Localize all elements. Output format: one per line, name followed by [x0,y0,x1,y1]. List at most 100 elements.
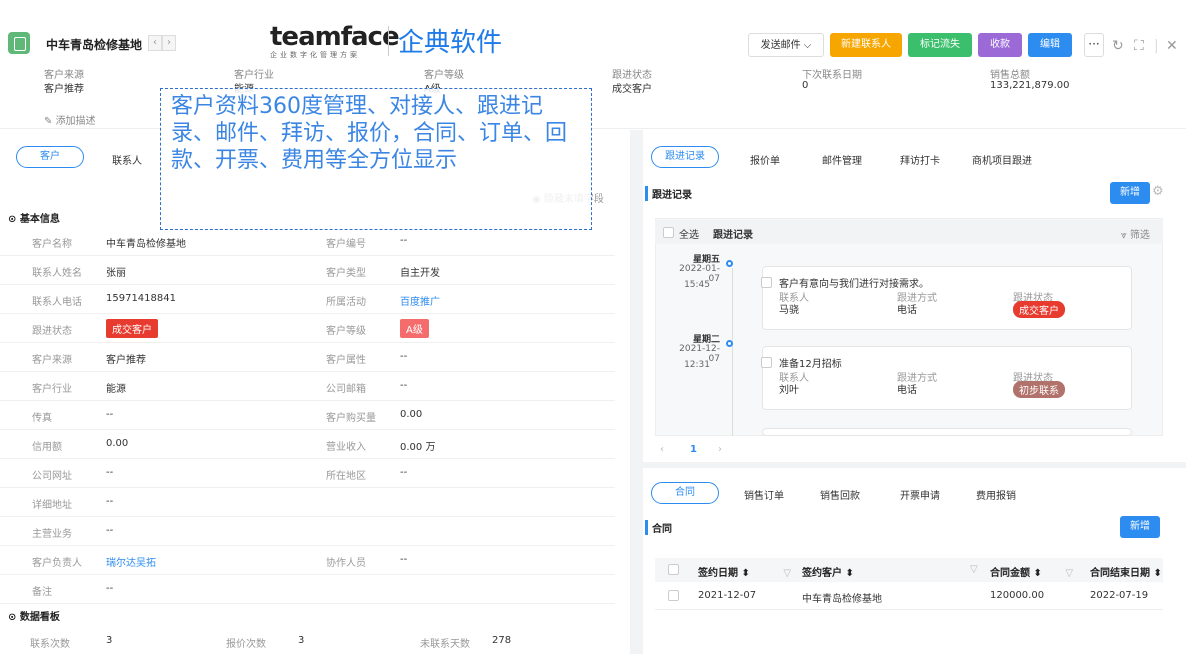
dashboard-value: 3 [106,635,112,646]
tab-expense[interactable]: 费用报销 [976,487,1016,502]
contract-header-amount[interactable]: 合同金额 ⬍ ▽ [990,564,1073,579]
tab-opportunity[interactable]: 商机项目跟进 [972,152,1032,167]
edit-button[interactable]: 编辑 [1028,33,1072,57]
record-time: 15:45 [660,280,710,290]
tab-contract[interactable]: 合同 [651,482,719,504]
field-label: 客户属性 [326,351,366,366]
field-value: -- [400,351,407,362]
followup-list-title: 跟进记录 [713,226,753,241]
field-value: -- [400,235,407,246]
summary-label: 销售总额 [990,66,1030,81]
table-row: 传真--客户购买量0.00 [0,402,615,430]
basic-info-heading[interactable]: ⊙ 基本信息 [8,210,60,225]
tab-quotes[interactable]: 报价单 [750,152,780,167]
row-checkbox[interactable] [668,590,679,601]
contract-select-all-checkbox[interactable] [668,564,679,575]
table-row: 联系人电话15971418841所属活动百度推广 [0,286,615,314]
field-label: 联系人电话 [32,293,82,308]
field-label: 客户购买量 [326,409,376,424]
tab-followup[interactable]: 跟进记录 [651,146,719,168]
field-value[interactable]: 瑞尔达吴拓 [106,554,156,569]
tab-invoice[interactable]: 开票申请 [900,487,940,502]
field-label: 传真 [32,409,52,424]
field-value: 0.00 万 [400,438,435,453]
filter-button[interactable]: ⩔ 筛选 [1121,226,1150,241]
field-value: 0.00 [400,409,422,420]
close-icon[interactable]: ✕ [1166,38,1178,54]
field-value: -- [400,554,407,565]
table-row: 公司网址--所在地区-- [0,460,615,488]
field-label: 营业收入 [326,438,366,453]
new-contract-button[interactable]: 新增 [1120,516,1160,538]
filter-icon[interactable]: ▽ [970,564,978,575]
followup-card[interactable]: 客户有意向与我们进行对接需求。联系人马骁跟进方式电话跟进状态成交客户 [762,266,1132,330]
field-label: 公司网址 [32,467,72,482]
send-mail-button[interactable]: 发送邮件 ⌵ [748,33,824,57]
dashboard-heading[interactable]: ⊙ 数据看板 [8,608,60,623]
record-text: 客户有意向与我们进行对接需求。 [779,275,929,290]
field-value: -- [106,496,113,507]
dashboard-row: 联系次数 3 报价次数 3 未联系天数 278 [0,628,615,656]
new-contact-button[interactable]: 新建联系人 [830,33,902,57]
field-value: 张丽 [106,264,126,279]
field-value[interactable]: 百度推广 [400,293,440,308]
fullscreen-icon[interactable]: ⛶ [1134,38,1144,54]
record-status-badge: 成交客户 [1013,301,1065,318]
field-label: 跟进状态 [32,322,72,337]
table-row: 客户来源客户推荐客户属性-- [0,344,615,372]
more-icon[interactable]: ··· [1084,33,1104,57]
select-all-label: 全选 [679,226,699,241]
refresh-icon[interactable]: ↻ [1112,38,1124,54]
prev-page-icon[interactable]: ‹ [660,444,664,455]
contract-header-end-date[interactable]: 合同结束日期 ⬍ [1090,564,1162,579]
dashboard-value: 3 [298,635,304,646]
field-label: 客户类型 [326,264,366,279]
page-number[interactable]: 1 [690,444,697,455]
summary-label: 客户来源 [44,66,84,81]
record-contact: 刘叶 [779,381,799,396]
field-label: 备注 [32,583,52,598]
record-checkbox[interactable] [761,357,772,368]
prev-icon[interactable]: ‹ [148,35,162,51]
contract-customer: 中车青岛检修基地 [802,590,882,605]
tab-mail[interactable]: 邮件管理 [822,152,862,167]
summary-value: 成交客户 [612,80,652,95]
field-value: 能源 [106,380,126,395]
tab-visits[interactable]: 拜访打卡 [900,152,940,167]
field-value: 自主开发 [400,264,440,279]
record-method: 电话 [897,301,917,316]
field-label: 信用额 [32,438,62,453]
summary-label: 客户等级 [424,66,464,81]
tab-sales-order[interactable]: 销售订单 [744,487,784,502]
select-all-checkbox[interactable] [663,227,674,238]
tab-sales-payment[interactable]: 销售回款 [820,487,860,502]
field-label: 公司邮箱 [326,380,366,395]
brand-logo: teamface [270,22,399,52]
tab-customer[interactable]: 客户 [16,146,84,168]
tab-contacts[interactable]: 联系人 [112,152,142,167]
followup-card[interactable]: 准备12月招标联系人刘叶跟进方式电话跟进状态初步联系 [762,346,1132,410]
settings-icon[interactable]: ⚙ [1152,184,1164,199]
contract-header-date[interactable]: 签约日期 ⬍ ▽ [698,564,791,579]
field-value: 0.00 [106,438,128,449]
table-row[interactable]: 2021-12-07 中车青岛检修基地 120000.00 2022-07-19 [655,582,1163,610]
new-followup-button[interactable]: 新增 [1110,182,1150,204]
followup-card[interactable] [762,428,1132,436]
summary-label: 下次联系日期 [802,66,862,81]
table-row: 客户行业能源公司邮箱-- [0,373,615,401]
mark-lost-button[interactable]: 标记流失 [908,33,972,57]
table-row: 联系人姓名张丽客户类型自主开发 [0,257,615,285]
dashboard-label: 未联系天数 [420,635,470,650]
field-label: 客户等级 [326,322,366,337]
add-description-link[interactable]: ✎ 添加描述 [44,112,96,127]
receive-payment-button[interactable]: 收款 [978,33,1022,57]
next-icon[interactable]: › [162,35,176,51]
summary-value: 客户推荐 [44,80,84,95]
table-row: 客户负责人瑞尔达吴拓协作人员-- [0,547,615,575]
contract-header-customer[interactable]: 签约客户 ⬍ [802,564,854,579]
next-page-icon[interactable]: › [718,444,722,455]
contract-end-date: 2022-07-19 [1090,590,1148,601]
record-checkbox[interactable] [761,277,772,288]
field-label: 详细地址 [32,496,72,511]
record-method: 电话 [897,381,917,396]
